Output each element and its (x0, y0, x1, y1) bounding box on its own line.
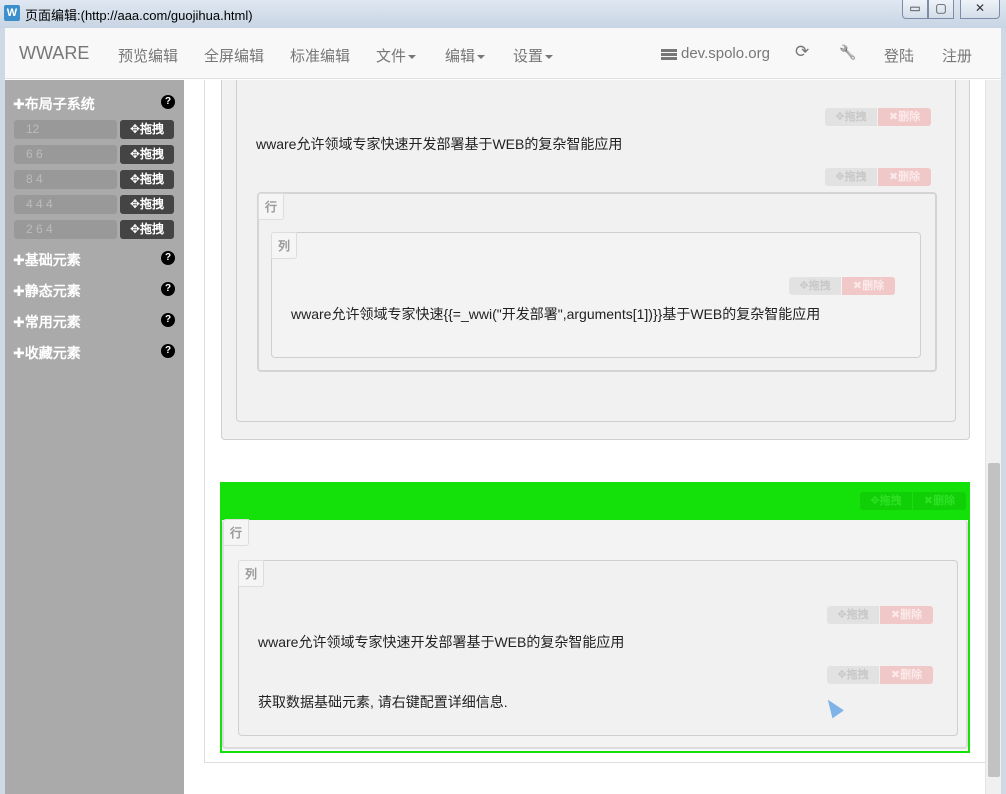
refresh-icon[interactable]: ⟳ (795, 42, 809, 62)
page-container: ✥拖拽 ✖删除 wware允许领域专家快速开发部署基于WEB的复杂智能应用 ✥拖… (204, 80, 985, 763)
register-link[interactable]: 注册 (942, 45, 972, 66)
help-icon[interactable]: ? (161, 251, 175, 265)
drag-button[interactable]: ✥拖拽 (120, 195, 174, 214)
layout-item-8-4: 8 4 ✥拖拽 (14, 170, 174, 189)
nav-preview-edit[interactable]: 预览编辑 (118, 45, 178, 66)
drag-button[interactable]: ✥拖拽 (120, 220, 174, 239)
delete-button[interactable]: ✖删除 (878, 168, 931, 186)
layout-preview: 2 6 4 (14, 220, 117, 239)
row-container[interactable]: 行 列 ✥拖拽 ✖删除 wware允许领域专家快速开发部署基于WEB的复杂智能应… (222, 519, 968, 749)
layout-preview: 4 4 4 (14, 195, 117, 214)
component-sidebar: ✚布局子系统 ? 12 ✥拖拽 6 6 ✥拖拽 8 4 ✥拖拽 4 4 4 ✥拖… (5, 80, 184, 794)
drag-button[interactable]: ✥拖拽 (825, 108, 877, 126)
drag-button[interactable]: ✥拖拽 (120, 170, 174, 189)
server-name: dev.spolo.org (681, 45, 770, 62)
server-link[interactable]: dev.spolo.org (661, 45, 770, 62)
help-icon[interactable]: ? (161, 95, 175, 109)
nav-standard-edit[interactable]: 标准编辑 (290, 45, 350, 66)
minimize-button[interactable]: ▭ (902, 0, 928, 19)
wrench-icon[interactable]: 🔧 (839, 44, 856, 61)
app-window: W 页面编辑:(http://aaa.com/guojihua.html) ▭ … (0, 0, 1006, 794)
nested-column[interactable]: 列 ✥拖拽 ✖删除 wware允许领域专家快速{{=_wwi("开发部署",ar… (271, 232, 921, 358)
close-button[interactable]: ✕ (960, 0, 1000, 19)
nav-fullscreen-edit[interactable]: 全屏编辑 (204, 45, 264, 66)
column-label: 列 (238, 560, 265, 587)
drag-button[interactable]: ✥拖拽 (120, 145, 174, 164)
vertical-scrollbar[interactable] (985, 80, 1001, 794)
edit-canvas: ✥拖拽 ✖删除 wware允许领域专家快速开发部署基于WEB的复杂智能应用 ✥拖… (184, 80, 985, 794)
caret-down-icon (408, 55, 417, 60)
maximize-button[interactable]: ▢ (928, 0, 954, 19)
drag-button[interactable]: ✥拖拽 (827, 606, 879, 624)
help-icon[interactable]: ? (161, 313, 175, 327)
window-title: 页面编辑:(http://aaa.com/guojihua.html) (25, 8, 253, 23)
text-element[interactable]: wware允许领域专家快速开发部署基于WEB的复杂智能应用 (256, 134, 622, 154)
section-label: ✚布局子系统 (13, 96, 95, 112)
section-label: ✚基础元素 (13, 252, 81, 268)
menu-settings-label: 设置 (513, 48, 544, 65)
row-label: 行 (258, 193, 285, 220)
layout-preview: 12 (14, 120, 117, 139)
menu-edit[interactable]: 编辑 (445, 45, 486, 66)
login-link[interactable]: 登陆 (884, 45, 914, 66)
text-element[interactable]: wware允许领域专家快速{{=_wwi("开发部署",arguments[1]… (291, 304, 820, 324)
drag-button[interactable]: ✥拖拽 (860, 492, 912, 510)
menu-file[interactable]: 文件 (376, 45, 417, 66)
help-icon[interactable]: ? (161, 344, 175, 358)
layout-item-2-6-4: 2 6 4 ✥拖拽 (14, 220, 174, 239)
menu-settings[interactable]: 设置 (513, 45, 554, 66)
delete-button[interactable]: ✖删除 (880, 666, 933, 684)
selected-row-toolbar[interactable]: ✥拖拽 ✖删除 (220, 482, 970, 520)
drag-button[interactable]: ✥拖拽 (825, 168, 877, 186)
drag-button[interactable]: ✥拖拽 (789, 277, 841, 295)
column-container[interactable]: 列 ✥拖拽 ✖删除 wware允许领域专家快速开发部署基于WEB的复杂智能应用 … (238, 560, 958, 736)
column-container[interactable]: ✥拖拽 ✖删除 wware允许领域专家快速开发部署基于WEB的复杂智能应用 ✥拖… (236, 80, 956, 422)
caret-down-icon (477, 55, 486, 60)
top-navbar: WWARE 预览编辑 全屏编辑 标准编辑 文件 编辑 设置 dev.spolo.… (5, 28, 1001, 79)
layout-item-12: 12 ✥拖拽 (14, 120, 174, 139)
section-basic-elements[interactable]: ✚基础元素 ? (13, 250, 175, 268)
section-label: ✚常用元素 (13, 314, 81, 330)
brand-link[interactable]: WWARE (19, 43, 89, 64)
drag-button[interactable]: ✥拖拽 (120, 120, 174, 139)
row-container[interactable]: ✥拖拽 ✖删除 wware允许领域专家快速开发部署基于WEB的复杂智能应用 ✥拖… (221, 80, 970, 440)
delete-button[interactable]: ✖删除 (842, 277, 895, 295)
layout-item-6-6: 6 6 ✥拖拽 (14, 145, 174, 164)
section-favorite-elements[interactable]: ✚收藏元素 ? (13, 343, 175, 361)
section-common-elements[interactable]: ✚常用元素 ? (13, 312, 175, 330)
server-icon (661, 48, 677, 60)
section-label: ✚收藏元素 (13, 345, 81, 361)
help-icon[interactable]: ? (161, 282, 175, 296)
layout-item-4-4-4: 4 4 4 ✥拖拽 (14, 195, 174, 214)
selected-row[interactable]: 行 列 ✥拖拽 ✖删除 wware允许领域专家快速开发部署基于WEB的复杂智能应… (220, 519, 970, 753)
section-static-elements[interactable]: ✚静态元素 ? (13, 281, 175, 299)
delete-button[interactable]: ✖删除 (878, 108, 931, 126)
caret-down-icon (545, 55, 554, 60)
delete-button[interactable]: ✖删除 (880, 606, 933, 624)
title-bar[interactable]: W 页面编辑:(http://aaa.com/guojihua.html) ▭ … (0, 0, 1006, 28)
delete-button[interactable]: ✖删除 (913, 492, 966, 510)
text-element[interactable]: wware允许领域专家快速开发部署基于WEB的复杂智能应用 (258, 632, 624, 652)
section-label: ✚静态元素 (13, 283, 81, 299)
section-layout-subsystem[interactable]: ✚布局子系统 ? (13, 94, 175, 112)
drag-button[interactable]: ✥拖拽 (827, 666, 879, 684)
layout-preview: 8 4 (14, 170, 117, 189)
nested-row[interactable]: 行 列 ✥拖拽 ✖删除 wware允许领域专家快速{{=_wwi("开发部署",… (257, 192, 937, 372)
layout-preview: 6 6 (14, 145, 117, 164)
menu-edit-label: 编辑 (445, 48, 476, 65)
app-logo-icon: W (4, 5, 20, 21)
row-label: 行 (223, 519, 250, 546)
data-element[interactable]: 获取数据基础元素, 请右键配置详细信息. (258, 692, 508, 712)
scrollbar-thumb[interactable] (988, 463, 1000, 777)
client-area: WWARE 预览编辑 全屏编辑 标准编辑 文件 编辑 设置 dev.spolo.… (5, 28, 1001, 794)
column-label: 列 (271, 232, 298, 259)
menu-file-label: 文件 (376, 48, 407, 65)
